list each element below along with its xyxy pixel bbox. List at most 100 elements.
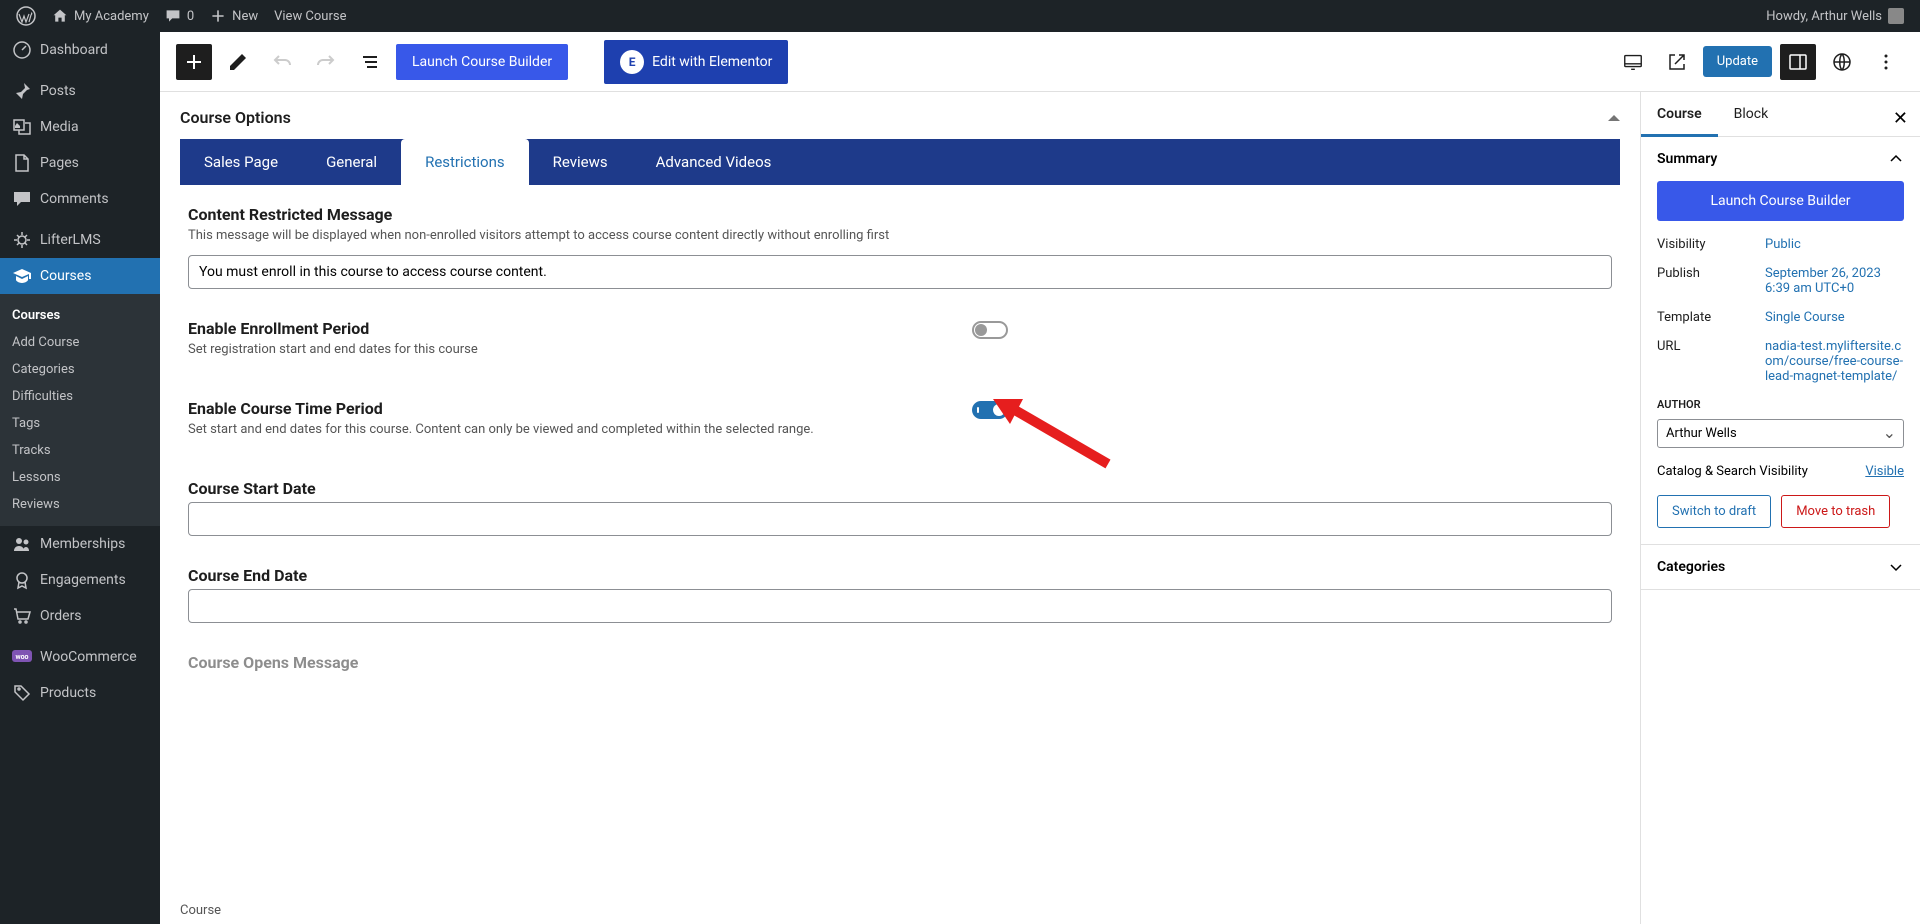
collapse-panel-icon[interactable] bbox=[1608, 115, 1620, 121]
url-value[interactable]: nadia-test.myliftersite.com/course/free-… bbox=[1765, 339, 1904, 384]
visibility-label: Visibility bbox=[1657, 237, 1757, 252]
catalog-label: Catalog & Search Visibility bbox=[1657, 464, 1808, 479]
undo-button[interactable] bbox=[264, 44, 300, 80]
sub-reviews[interactable]: Reviews bbox=[0, 491, 160, 518]
author-select[interactable]: Arthur Wells bbox=[1657, 419, 1904, 448]
nav-woocommerce[interactable]: woo WooCommerce bbox=[0, 639, 160, 675]
annotation-arrow-icon bbox=[988, 394, 1118, 474]
media-icon bbox=[12, 117, 32, 137]
nav-courses[interactable]: Courses bbox=[0, 258, 160, 294]
editor-toolbar: Launch Course Builder E Edit with Elemen… bbox=[160, 32, 1920, 92]
tab-restrictions[interactable]: Restrictions bbox=[401, 139, 529, 185]
dashboard-icon bbox=[12, 40, 32, 60]
enrollment-period-desc: Set registration start and end dates for… bbox=[188, 342, 478, 357]
settings-panel-toggle[interactable] bbox=[1780, 44, 1816, 80]
admin-sidebar: Dashboard Posts Media Pages Comments Lif… bbox=[0, 32, 160, 924]
block-breadcrumb[interactable]: Course bbox=[160, 897, 1640, 924]
view-course-link[interactable]: View Course bbox=[266, 0, 354, 32]
nav-engagements[interactable]: Engagements bbox=[0, 562, 160, 598]
time-period-label: Enable Course Time Period bbox=[188, 399, 814, 418]
pencil-icon bbox=[228, 52, 248, 72]
site-name: My Academy bbox=[74, 9, 149, 24]
wp-logo[interactable] bbox=[8, 0, 44, 32]
nav-pages[interactable]: Pages bbox=[0, 145, 160, 181]
panel-tab-course[interactable]: Course bbox=[1641, 92, 1718, 136]
courses-submenu: Courses Add Course Categories Difficulti… bbox=[0, 294, 160, 526]
cart-icon bbox=[12, 606, 32, 626]
nav-orders[interactable]: Orders bbox=[0, 598, 160, 634]
move-trash-button[interactable]: Move to trash bbox=[1781, 495, 1890, 528]
nav-lifterlms[interactable]: LifterLMS bbox=[0, 222, 160, 258]
nav-memberships[interactable]: Memberships bbox=[0, 526, 160, 562]
nav-comments[interactable]: Comments bbox=[0, 181, 160, 217]
publish-status-button[interactable] bbox=[1824, 44, 1860, 80]
page-icon bbox=[12, 153, 32, 173]
admin-bar: My Academy 0 New View Course Howdy, Arth… bbox=[0, 0, 1920, 32]
sub-lessons[interactable]: Lessons bbox=[0, 464, 160, 491]
product-icon bbox=[12, 683, 32, 703]
outline-icon bbox=[360, 52, 380, 72]
desktop-icon bbox=[1622, 51, 1644, 73]
sub-tracks[interactable]: Tracks bbox=[0, 437, 160, 464]
pin-icon bbox=[12, 81, 32, 101]
sub-categories[interactable]: Categories bbox=[0, 356, 160, 383]
visibility-value[interactable]: Public bbox=[1765, 237, 1904, 252]
tab-reviews[interactable]: Reviews bbox=[529, 139, 632, 185]
author-title: AUTHOR bbox=[1657, 398, 1904, 411]
panel-tab-block[interactable]: Block bbox=[1718, 92, 1785, 136]
sub-courses[interactable]: Courses bbox=[0, 302, 160, 329]
restricted-msg-input[interactable] bbox=[188, 255, 1612, 289]
outline-button[interactable] bbox=[352, 44, 388, 80]
external-link-icon bbox=[1667, 52, 1687, 72]
start-date-input[interactable] bbox=[188, 502, 1612, 536]
avatar-icon bbox=[1888, 8, 1904, 24]
restricted-msg-desc: This message will be displayed when non-… bbox=[188, 228, 1612, 243]
greeting-link[interactable]: Howdy, Arthur Wells bbox=[1758, 0, 1912, 32]
comments-link[interactable]: 0 bbox=[157, 0, 202, 32]
comment-icon bbox=[165, 8, 181, 24]
nav-products[interactable]: Products bbox=[0, 675, 160, 711]
update-button[interactable]: Update bbox=[1703, 46, 1772, 77]
summary-section-toggle[interactable]: Summary bbox=[1641, 137, 1920, 181]
plus-icon bbox=[210, 8, 226, 24]
preview-desktop-button[interactable] bbox=[1615, 44, 1651, 80]
editor-canvas: Course Options Sales Page General Restri… bbox=[160, 92, 1640, 924]
nav-posts[interactable]: Posts bbox=[0, 73, 160, 109]
end-date-input[interactable] bbox=[188, 589, 1612, 623]
tab-general[interactable]: General bbox=[302, 139, 401, 185]
time-period-toggle[interactable] bbox=[972, 401, 1008, 419]
nav-dashboard[interactable]: Dashboard bbox=[0, 32, 160, 68]
sub-tags[interactable]: Tags bbox=[0, 410, 160, 437]
url-label: URL bbox=[1657, 339, 1757, 384]
catalog-value[interactable]: Visible bbox=[1865, 464, 1904, 479]
switch-draft-button[interactable]: Switch to draft bbox=[1657, 495, 1771, 528]
badge-icon bbox=[12, 570, 32, 590]
kebab-icon bbox=[1876, 52, 1896, 72]
start-date-label: Course Start Date bbox=[188, 479, 1612, 498]
tab-advanced-videos[interactable]: Advanced Videos bbox=[632, 139, 796, 185]
edit-elementor-button[interactable]: E Edit with Elementor bbox=[604, 40, 788, 84]
publish-value[interactable]: September 26, 2023 6:39 am UTC+0 bbox=[1765, 266, 1904, 296]
template-value[interactable]: Single Course bbox=[1765, 310, 1904, 325]
new-link[interactable]: New bbox=[202, 0, 266, 32]
cap-icon bbox=[12, 266, 32, 286]
launch-builder-button[interactable]: Launch Course Builder bbox=[396, 44, 568, 80]
tab-sales-page[interactable]: Sales Page bbox=[180, 139, 302, 185]
view-link-button[interactable] bbox=[1659, 44, 1695, 80]
home-icon bbox=[52, 8, 68, 24]
more-options-button[interactable] bbox=[1868, 44, 1904, 80]
enrollment-period-toggle[interactable] bbox=[972, 321, 1008, 339]
redo-button[interactable] bbox=[308, 44, 344, 80]
sub-add-course[interactable]: Add Course bbox=[0, 329, 160, 356]
categories-section-toggle[interactable]: Categories bbox=[1641, 545, 1920, 589]
time-period-desc: Set start and end dates for this course.… bbox=[188, 422, 814, 437]
enrollment-period-label: Enable Enrollment Period bbox=[188, 319, 478, 338]
panel-launch-builder-button[interactable]: Launch Course Builder bbox=[1657, 181, 1904, 221]
close-panel-button[interactable]: ✕ bbox=[1889, 104, 1912, 133]
site-name-link[interactable]: My Academy bbox=[44, 0, 157, 32]
nav-media[interactable]: Media bbox=[0, 109, 160, 145]
sidebar-icon bbox=[1788, 52, 1808, 72]
edit-mode-button[interactable] bbox=[220, 44, 256, 80]
sub-difficulties[interactable]: Difficulties bbox=[0, 383, 160, 410]
add-block-button[interactable] bbox=[176, 44, 212, 80]
